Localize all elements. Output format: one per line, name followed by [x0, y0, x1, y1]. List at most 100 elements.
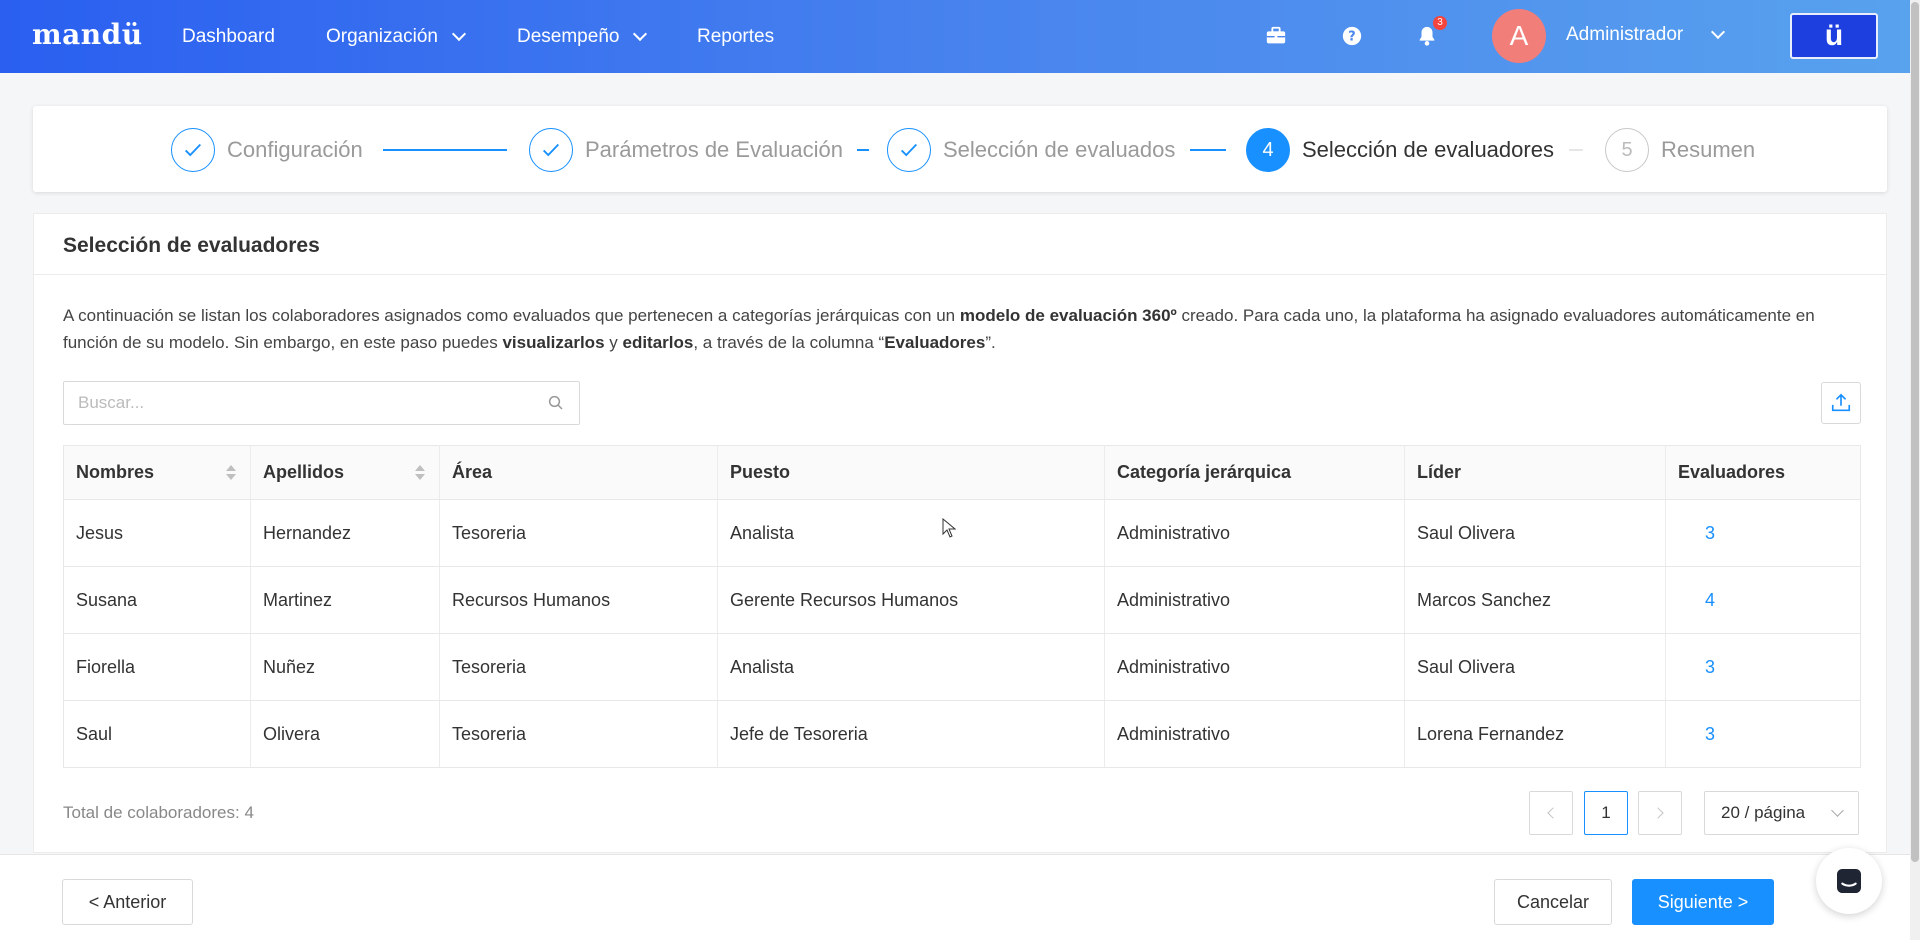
cell-lider: Lorena Fernandez: [1404, 700, 1666, 768]
mandu-logo[interactable]: mandü: [32, 18, 143, 51]
step-parametros: Parámetros de Evaluación: [529, 128, 843, 172]
table-row: Jesus Hernandez Tesoreria Analista Admin…: [63, 499, 1861, 567]
nav-dashboard[interactable]: Dashboard: [182, 26, 275, 48]
notification-badge: 3: [1433, 16, 1447, 30]
header-puesto: Puesto: [717, 445, 1105, 500]
step-resumen: 5 Resumen: [1605, 128, 1755, 172]
scrollbar-thumb[interactable]: [1911, 2, 1919, 862]
header-evaluadores: Evaluadores: [1665, 445, 1861, 500]
table-row: Saul Olivera Tesoreria Jefe de Tesoreria…: [63, 700, 1861, 768]
step-label: Selección de evaluados: [943, 137, 1176, 162]
chat-icon: [1837, 869, 1861, 893]
cell-categoria: Administrativo: [1104, 633, 1405, 701]
search-icon[interactable]: [547, 394, 565, 412]
avatar-initial: A: [1509, 20, 1529, 51]
cell-apellidos: Olivera: [250, 700, 440, 768]
anterior-button[interactable]: < Anterior: [62, 879, 193, 925]
header-categoria: Categoría jerárquica: [1104, 445, 1405, 500]
cell-puesto: Analista: [717, 499, 1105, 567]
wizard-steps: Configuración Parámetros de Evaluación S…: [33, 106, 1887, 192]
header-nombres[interactable]: Nombres: [63, 445, 251, 500]
chat-widget-button[interactable]: [1816, 848, 1882, 914]
table-row: Fiorella Nuñez Tesoreria Analista Admini…: [63, 633, 1861, 701]
search-box: [63, 381, 580, 425]
chevron-down-icon: [633, 26, 648, 42]
search-input[interactable]: [64, 382, 534, 424]
nav-desempeno[interactable]: Desempeño: [517, 26, 648, 48]
nav-reportes-label: Reportes: [697, 26, 775, 47]
pagination-prev[interactable]: [1529, 791, 1573, 835]
step-label: Selección de evaluadores: [1302, 137, 1554, 162]
table-header-row: Nombres Apellidos Área Puesto Categoría …: [63, 445, 1861, 500]
step-connector: [1569, 149, 1583, 151]
check-icon: [887, 128, 931, 172]
header-area: Área: [439, 445, 718, 500]
nav-organizacion[interactable]: Organización: [326, 26, 467, 48]
step-configuracion: Configuración: [171, 128, 363, 172]
bell-icon[interactable]: 3: [1413, 16, 1447, 50]
cell-apellidos: Martinez: [250, 566, 440, 634]
help-icon[interactable]: ?: [1338, 22, 1366, 50]
nav-desempeno-label: Desempeño: [517, 26, 620, 47]
cell-lider: Marcos Sanchez: [1404, 566, 1666, 634]
page-size-value: 20 / página: [1721, 803, 1806, 822]
nav-dashboard-label: Dashboard: [182, 26, 275, 47]
step-label: Parámetros de Evaluación: [585, 137, 844, 162]
step-seleccion-evaluados: Selección de evaluados: [887, 128, 1175, 172]
evaluadores-link[interactable]: 4: [1678, 590, 1715, 610]
cell-area: Tesoreria: [439, 499, 718, 567]
cell-categoria: Administrativo: [1104, 566, 1405, 634]
step-label: Resumen: [1661, 137, 1756, 162]
cell-puesto: Jefe de Tesoreria: [717, 700, 1105, 768]
svg-text:?: ?: [1348, 30, 1355, 45]
sort-icon[interactable]: [226, 465, 236, 481]
briefcase-icon[interactable]: [1262, 22, 1290, 50]
siguiente-button[interactable]: Siguiente >: [1632, 879, 1774, 925]
pagination-page-1[interactable]: 1: [1584, 791, 1628, 835]
evaluadores-link[interactable]: 3: [1678, 724, 1715, 744]
card-title: Selección de evaluadores: [63, 234, 320, 257]
step-seleccion-evaluadores: 4 Selección de evaluadores: [1246, 128, 1554, 172]
cell-categoria: Administrativo: [1104, 700, 1405, 768]
user-menu[interactable]: Administrador: [1566, 24, 1726, 46]
table-row: Susana Martinez Recursos Humanos Gerente…: [63, 566, 1861, 634]
header-apellidos[interactable]: Apellidos: [250, 445, 440, 500]
cell-area: Recursos Humanos: [439, 566, 718, 634]
divider: [34, 274, 1886, 275]
cell-area: Tesoreria: [439, 700, 718, 768]
evaluators-card: Selección de evaluadores A continuación …: [33, 213, 1887, 853]
cell-lider: Saul Olivera: [1404, 499, 1666, 567]
step-number: 4: [1246, 128, 1290, 172]
chevron-down-icon: [451, 26, 467, 42]
total-colaboradores: Total de colaboradores: 4: [63, 803, 254, 822]
evaluados-table: Nombres Apellidos Área Puesto Categoría …: [63, 445, 1861, 768]
cell-nombres: Jesus: [63, 499, 251, 567]
evaluadores-link[interactable]: 3: [1678, 523, 1715, 543]
chevron-right-icon: [1652, 807, 1664, 819]
footer-bar: < Anterior Cancelar Siguiente >: [0, 854, 1910, 940]
step-number: 5: [1605, 128, 1649, 172]
cancel-button[interactable]: Cancelar: [1494, 879, 1612, 925]
cell-nombres: Saul: [63, 700, 251, 768]
evaluadores-link[interactable]: 3: [1678, 657, 1715, 677]
cell-nombres: Fiorella: [63, 633, 251, 701]
cell-nombres: Susana: [63, 566, 251, 634]
chevron-down-icon: [1711, 24, 1726, 40]
sort-icon[interactable]: [415, 465, 425, 481]
mouse-cursor-icon: [942, 518, 956, 538]
step-connector: [857, 149, 869, 151]
upload-icon: [1831, 393, 1851, 412]
page-scrollbar[interactable]: [1910, 0, 1920, 940]
export-button[interactable]: [1821, 382, 1861, 424]
chevron-down-icon: [1831, 804, 1844, 817]
page-size-select[interactable]: 20 / página: [1704, 791, 1859, 835]
brand-button[interactable]: ü: [1790, 13, 1878, 59]
chevron-left-icon: [1547, 807, 1559, 819]
pagination-next[interactable]: [1638, 791, 1682, 835]
nav-organizacion-label: Organización: [326, 26, 438, 47]
nav-reportes[interactable]: Reportes: [697, 26, 774, 48]
avatar[interactable]: A: [1492, 9, 1546, 63]
cell-lider: Saul Olivera: [1404, 633, 1666, 701]
description-text: A continuación se listan los colaborador…: [63, 306, 1815, 352]
step-connector: [383, 149, 507, 151]
